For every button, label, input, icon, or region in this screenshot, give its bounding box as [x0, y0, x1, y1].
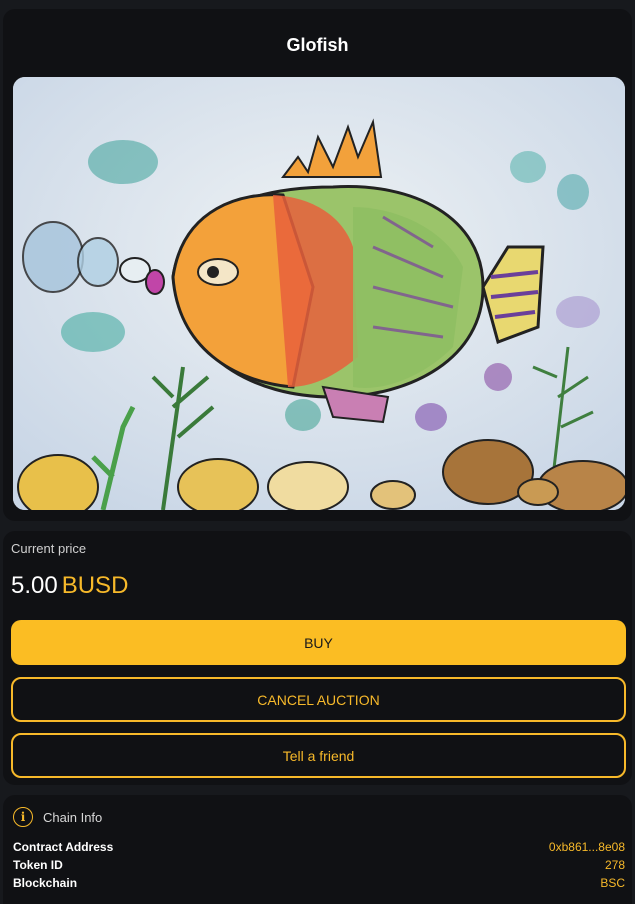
artwork-card: Glofish	[3, 9, 632, 521]
blockchain-row: Blockchain BSC	[13, 876, 625, 890]
contract-address-row: Contract Address 0xb861...8e08	[13, 840, 625, 854]
price-card: Current price 5.00 BUSD BUY CANCEL AUCTIO…	[3, 531, 632, 785]
chain-info-header: i Chain Info	[13, 807, 102, 827]
price-amount: 5.00 BUSD	[11, 572, 128, 600]
current-price-label: Current price	[11, 541, 87, 556]
token-id-label: Token ID	[13, 858, 63, 872]
page-title: Glofish	[286, 35, 349, 55]
blockchain-value: BSC	[600, 876, 625, 890]
contract-address-label: Contract Address	[13, 840, 114, 854]
artwork-image[interactable]	[13, 77, 625, 510]
token-id-row: Token ID 278	[13, 858, 625, 872]
page: Glofish Current price 5.00 BUSD BUY CANC…	[0, 0, 635, 904]
fish-painting	[13, 77, 625, 510]
chain-info-title: Chain Info	[43, 809, 103, 825]
blockchain-label: Blockchain	[13, 876, 78, 890]
cancel-auction-button[interactable]: CANCEL AUCTION	[11, 677, 626, 722]
price-value: 5.00	[11, 572, 58, 599]
info-icon: i	[13, 807, 33, 827]
buy-button[interactable]: BUY	[11, 620, 626, 665]
token-id-value: 278	[604, 858, 625, 872]
chain-info-card: i Chain Info Contract Address 0xb861...8…	[3, 795, 632, 904]
tell-a-friend-button[interactable]: Tell a friend	[11, 733, 626, 778]
price-currency: BUSD	[61, 572, 129, 599]
contract-address-link[interactable]: 0xb861...8e08	[549, 840, 625, 854]
